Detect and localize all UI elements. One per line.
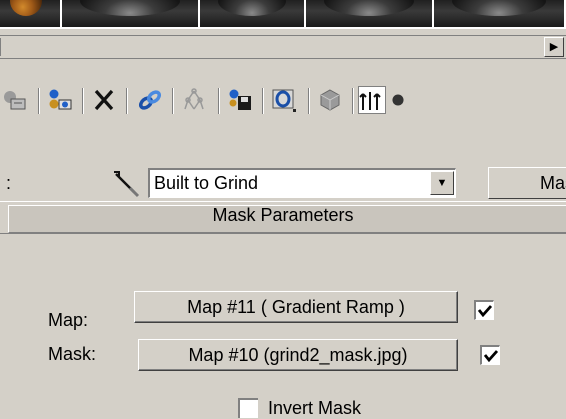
go-to-parent-icon[interactable] [358, 86, 386, 114]
map-label: Map: [48, 310, 89, 330]
mask-enable-checkbox[interactable] [480, 345, 500, 365]
scroll-right-arrow-icon[interactable]: ▶ [544, 37, 564, 57]
material-map-navigator-icon[interactable] [180, 86, 208, 114]
mask-label: Mask: [48, 344, 97, 364]
material-effects-channel-icon[interactable] [46, 86, 74, 114]
material-type-button[interactable]: Mask [488, 167, 566, 199]
material-name-row: : Built to Grind ▼ Mask [0, 165, 566, 201]
rollout-title: Mask Parameters [212, 205, 354, 225]
sample-slot-3[interactable] [200, 0, 306, 29]
toolbar-separator [262, 88, 264, 114]
sample-sphere [80, 0, 180, 16]
name-row-colon: : [6, 173, 12, 193]
toolbar-separator [308, 88, 310, 114]
material-name-dropdown-icon[interactable]: ▼ [430, 171, 454, 195]
toolbar-separator [218, 88, 220, 114]
sample-sphere [218, 0, 286, 16]
map-button[interactable]: Map #11 ( Gradient Ramp ) [134, 291, 458, 323]
toolbar-separator [38, 88, 40, 114]
invert-mask-checkbox[interactable] [238, 398, 258, 418]
toolbar-separator [172, 88, 174, 114]
mask-parameters-rollout[interactable]: Mask Parameters [0, 201, 566, 234]
toolbar-separator [126, 88, 128, 114]
map-enable-checkbox[interactable] [474, 300, 494, 320]
sample-sphere [10, 0, 42, 16]
mask-button[interactable]: Map #10 (grind2_mask.jpg) [138, 339, 458, 371]
link-chain-icon[interactable] [136, 86, 164, 114]
invert-mask-label: Invert Mask [268, 398, 362, 418]
options-icon[interactable] [316, 86, 344, 114]
sample-sphere [324, 0, 414, 16]
save-to-library-icon[interactable] [226, 86, 254, 114]
pick-material-from-object-icon[interactable] [112, 168, 142, 198]
go-forward-icon[interactable] [390, 86, 406, 114]
scrollbar-track[interactable] [0, 38, 540, 56]
checkmark-icon [483, 349, 498, 362]
slots-scrollbar[interactable]: ▶ [0, 35, 566, 59]
select-by-material-icon[interactable] [270, 86, 298, 114]
sample-slot-4[interactable] [306, 0, 434, 29]
toolbar-separator [82, 88, 84, 114]
material-editor-toolbar [0, 78, 566, 122]
checkmark-icon [477, 304, 492, 317]
sample-slot-5[interactable] [434, 0, 566, 29]
delete-icon[interactable] [90, 86, 118, 114]
sample-sphere [452, 0, 546, 16]
sample-slots [0, 0, 566, 34]
sample-slot-1[interactable] [0, 0, 62, 29]
toolbar-separator [352, 88, 354, 114]
put-to-library-icon[interactable] [0, 86, 28, 114]
sample-slot-2[interactable] [62, 0, 200, 29]
material-name-value: Built to Grind [154, 173, 259, 193]
material-name-field[interactable]: Built to Grind ▼ [148, 168, 456, 198]
